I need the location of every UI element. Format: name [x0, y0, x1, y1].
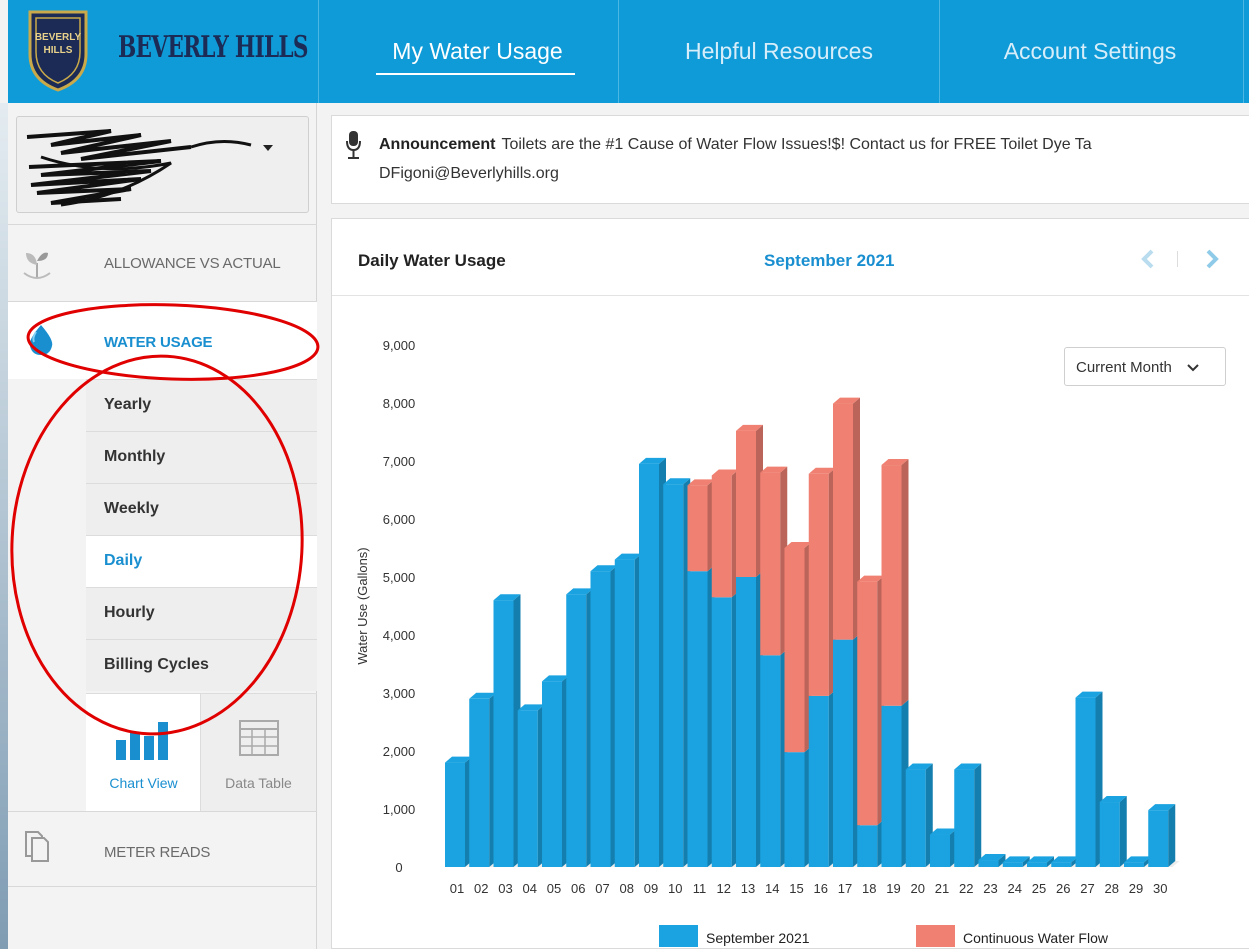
subnav-label: Yearly: [104, 396, 152, 413]
tab-my-water-usage[interactable]: My Water Usage: [319, 0, 636, 103]
subnav-label: Daily: [104, 552, 143, 569]
badge-text-line2: HILLS: [44, 45, 73, 56]
subnav-yearly[interactable]: Yearly: [86, 379, 317, 431]
microphone-icon: [346, 131, 361, 159]
sidebar-item-allowance-vs-actual[interactable]: ALLOWANCE VS ACTUAL: [8, 224, 317, 301]
sidebar-item-label: ALLOWANCE VS ACTUAL: [104, 255, 281, 272]
sidebar: ALLOWANCE VS ACTUAL WATER USAGE Yearly M…: [8, 103, 317, 949]
chevron-down-icon: [1187, 364, 1199, 372]
bar-chart-icon: [116, 722, 168, 760]
announcement-banner: Announcement Toilets are the #1 Cause of …: [331, 115, 1249, 204]
subnav-label: Monthly: [104, 448, 166, 465]
announcement-email[interactable]: DFigoni@Beverlyhills.org: [379, 165, 559, 183]
chevron-right-icon[interactable]: [1204, 249, 1220, 269]
subnav-daily[interactable]: Daily: [86, 535, 317, 587]
chart-month: September 2021: [764, 251, 895, 270]
badge-text-line1: BEVERLY: [35, 32, 82, 43]
beverly-hills-shield-logo[interactable]: BEVERLY HILLS: [22, 6, 94, 94]
subnav-monthly[interactable]: Monthly: [86, 431, 317, 483]
subnav-weekly[interactable]: Weekly: [86, 483, 317, 535]
sidebar-item-label: WATER USAGE: [104, 334, 213, 351]
announcement-body: Toilets are the #1 Cause of Water Flow I…: [501, 136, 1092, 153]
subnav-label: Hourly: [104, 604, 155, 621]
sidebar-item-meter-reads[interactable]: METER READS: [8, 811, 317, 887]
data-table-button[interactable]: Data Table: [201, 694, 316, 812]
nav-separator: [1177, 251, 1178, 267]
documents-icon: [25, 831, 49, 862]
data-table-label: Data Table: [225, 775, 292, 791]
tab-account-settings[interactable]: Account Settings: [940, 0, 1240, 103]
announcement-title: Announcement: [379, 136, 496, 153]
redacted-account-info: [26, 129, 252, 207]
subnav-label: Weekly: [104, 500, 159, 517]
subnav-hourly[interactable]: Hourly: [86, 587, 317, 639]
chart-title: Daily Water Usage: [358, 251, 506, 270]
plant-icon: [23, 252, 51, 279]
active-tab-underline: [376, 73, 575, 75]
period-dropdown[interactable]: Current Month: [1064, 347, 1226, 386]
table-grid-icon: [239, 720, 279, 756]
chevron-left-icon[interactable]: [1140, 249, 1156, 269]
period-dropdown-value: Current Month: [1076, 359, 1172, 376]
daily-usage-chart-panel: Daily Water Usage September 2021 Current…: [331, 218, 1249, 949]
subnav-label: Billing Cycles: [104, 656, 209, 673]
logo-wordmark: BEVERLY HILLS: [118, 30, 308, 65]
top-navigation-bar: BEVERLY HILLS BEVERLY HILLS My Water Usa…: [8, 0, 1249, 103]
announcement-text: Announcement Toilets are the #1 Cause of …: [379, 136, 1092, 154]
subnav-billing-cycles[interactable]: Billing Cycles: [86, 639, 317, 691]
chart-view-button[interactable]: Chart View: [86, 694, 201, 812]
chevron-down-icon[interactable]: [263, 145, 273, 151]
chart-view-label: Chart View: [109, 775, 178, 791]
sidebar-item-water-usage[interactable]: WATER USAGE: [8, 301, 317, 379]
water-drop-icon: [29, 325, 53, 355]
sidebar-item-label: METER READS: [104, 844, 211, 861]
view-toggle: Chart View Data Table: [86, 693, 317, 812]
nav-divider: [1243, 0, 1244, 103]
chart-header: Daily Water Usage September 2021: [332, 219, 1249, 296]
window-edge: [0, 103, 8, 949]
account-selector[interactable]: [16, 116, 309, 213]
tab-helpful-resources[interactable]: Helpful Resources: [619, 0, 939, 103]
